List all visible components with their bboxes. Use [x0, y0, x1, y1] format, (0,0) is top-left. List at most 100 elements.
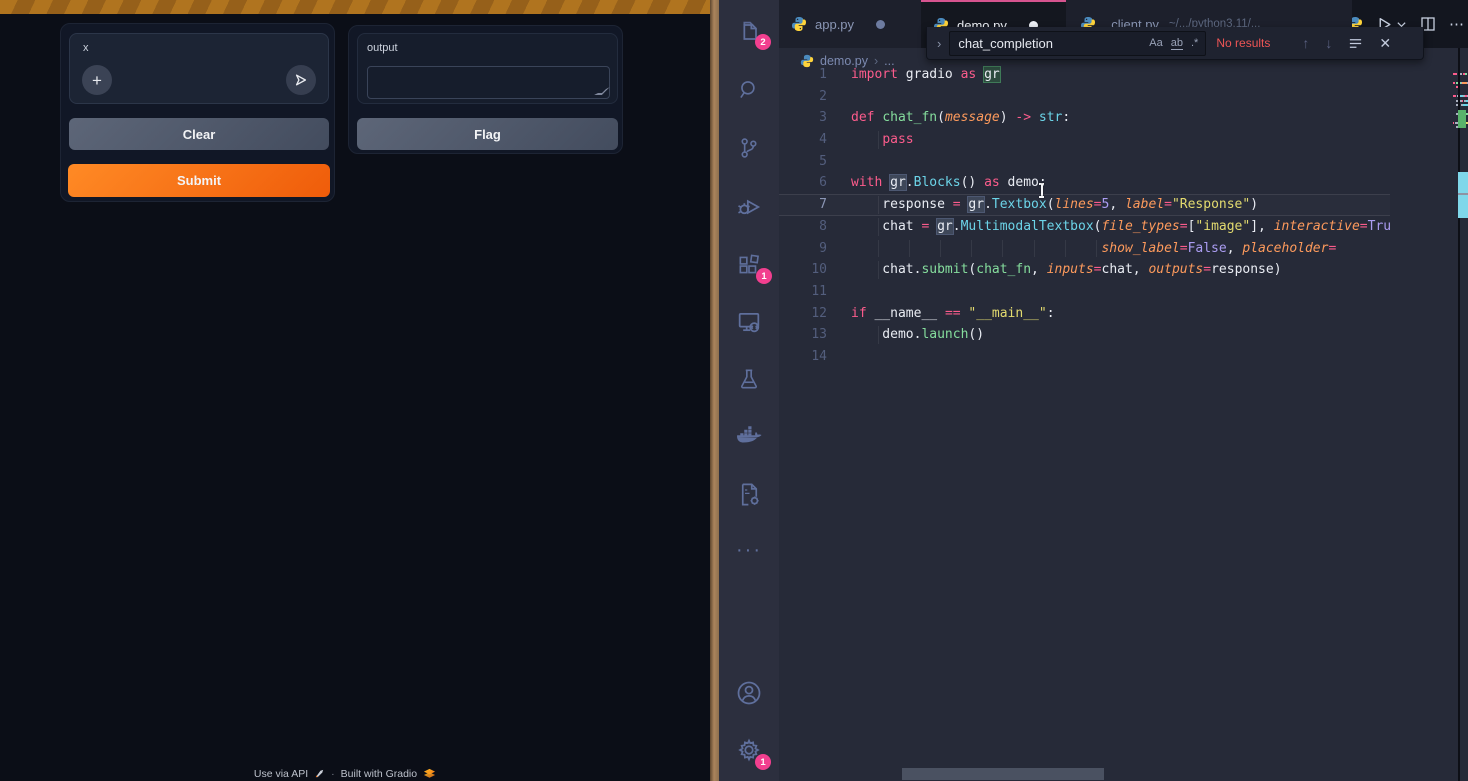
gradio-input-group: x + Clear Submit [60, 23, 335, 202]
code-token: , [1109, 197, 1125, 212]
search-icon [736, 77, 762, 103]
regex-toggle[interactable]: .* [1191, 37, 1198, 50]
code-token: chat [851, 219, 921, 234]
code-token: def [851, 110, 874, 125]
code-token: = [1164, 197, 1172, 212]
built-with-gradio-link[interactable]: Built with Gradio [341, 768, 417, 780]
code-token: . [906, 175, 914, 190]
code-token: MultimodalTextbox [961, 219, 1094, 234]
line-number: 6 [779, 172, 827, 194]
whole-word-toggle[interactable]: ab [1171, 37, 1183, 50]
code-token [851, 241, 1101, 256]
python-icon [791, 16, 807, 32]
code-line[interactable]: 6with gr.Blocks() as demo: [779, 172, 1390, 194]
input-label: x [83, 42, 89, 54]
code-token: message [945, 110, 1000, 125]
submit-button[interactable]: Submit [68, 164, 330, 197]
code-token: lines [1055, 197, 1094, 212]
search-activity-button[interactable] [719, 64, 779, 116]
code-token: : [1047, 306, 1055, 321]
clear-button[interactable]: Clear [69, 118, 329, 150]
vscode-window: 2 [719, 0, 1468, 781]
code-line[interactable]: 10 chat.submit(chat_fn, inputs=chat, out… [779, 259, 1390, 281]
indent-guide [878, 240, 879, 258]
code-token: gr [890, 175, 906, 190]
code-line[interactable]: 13 demo.launch() [779, 324, 1390, 346]
code-token: ], [1250, 219, 1273, 234]
indent-guide [878, 196, 879, 214]
modified-dot-icon[interactable] [876, 20, 885, 29]
output-textbox: output [357, 33, 618, 104]
line-number: 7 [779, 194, 827, 216]
code-line[interactable]: 11 [779, 281, 1390, 303]
code-token: submit [921, 262, 968, 277]
source-control-activity-button[interactable] [719, 122, 779, 174]
indent-guide [878, 261, 879, 279]
account-button[interactable] [719, 667, 779, 719]
extensions-activity-button[interactable]: 1 [719, 239, 779, 291]
code-token: ( [937, 110, 945, 125]
code-token: : [1062, 110, 1070, 125]
code-token: file_types [1101, 219, 1179, 234]
code-token: Blocks [914, 175, 961, 190]
more-views-button[interactable]: ··· [719, 524, 779, 576]
send-button[interactable] [286, 65, 316, 95]
multimodal-textbox[interactable]: x + [69, 33, 329, 104]
code-editor[interactable]: 1import gradio as gr23def chat_fn(messag… [779, 64, 1390, 368]
footer-separator: · [331, 768, 335, 780]
file-gear-icon [736, 481, 763, 508]
horizontal-scrollbar[interactable] [902, 768, 1104, 780]
find-input[interactable]: chat_completion Aa ab .* [949, 31, 1206, 56]
explorer-activity-button[interactable]: 2 [719, 6, 779, 58]
code-line[interactable]: 2 [779, 86, 1390, 108]
code-token: gr [937, 219, 953, 234]
code-token: = [953, 197, 961, 212]
tab-app-py[interactable]: app.py [779, 0, 919, 48]
cmake-tools-activity-button[interactable] [719, 468, 779, 520]
flag-button[interactable]: Flag [357, 118, 618, 150]
plus-icon: + [92, 72, 102, 89]
overview-mark-line [1458, 193, 1468, 195]
output-textarea[interactable] [367, 66, 610, 99]
code-line[interactable]: 14 [779, 346, 1390, 368]
indent-guide [909, 240, 910, 258]
docker-activity-button[interactable] [719, 411, 779, 463]
find-in-selection-button[interactable] [1348, 36, 1363, 51]
code-line[interactable]: 7 response = gr.Textbox(lines=5, label="… [779, 194, 1390, 216]
toggle-replace-chevron[interactable]: › [937, 36, 941, 51]
code-token: "Response" [1172, 197, 1250, 212]
settings-button[interactable]: 1 [719, 724, 779, 776]
find-previous-button[interactable]: ↑ [1302, 35, 1309, 51]
run-debug-activity-button[interactable] [719, 181, 779, 233]
close-find-button[interactable]: ✕ [1379, 35, 1391, 52]
testing-activity-button[interactable] [719, 353, 779, 405]
resize-handle-icon[interactable] [594, 87, 610, 95]
more-actions-button[interactable]: ⋯ [1449, 15, 1465, 33]
find-next-button[interactable]: ↓ [1325, 35, 1332, 51]
code-line[interactable]: 3def chat_fn(message) -> str: [779, 107, 1390, 129]
clear-button-label: Clear [183, 127, 216, 142]
code-token [976, 67, 984, 82]
use-via-api-link[interactable]: Use via API [254, 768, 308, 780]
code-token: ( [1047, 197, 1055, 212]
code-token: response) [1211, 262, 1281, 277]
line-number: 4 [779, 129, 827, 151]
screen: x + Clear Submit output [0, 0, 1468, 781]
submit-button-label: Submit [177, 173, 221, 188]
code-line[interactable]: 5 [779, 151, 1390, 173]
find-widget: › chat_completion Aa ab .* No results ↑ … [926, 27, 1424, 60]
code-line[interactable]: 1import gradio as gr [779, 64, 1390, 86]
code-line[interactable]: 4 pass [779, 129, 1390, 151]
code-token: launch [921, 327, 968, 342]
code-token: with [851, 175, 882, 190]
code-token: placeholder [1242, 241, 1328, 256]
send-icon [294, 73, 308, 87]
gradio-footer: Use via API · Built with Gradio [0, 767, 690, 780]
match-case-toggle[interactable]: Aa [1149, 37, 1162, 50]
code-line[interactable]: 8 chat = gr.MultimodalTextbox(file_types… [779, 216, 1390, 238]
attach-file-button[interactable]: + [82, 65, 112, 95]
code-token: ) [1000, 110, 1016, 125]
remote-explorer-activity-button[interactable] [719, 296, 779, 348]
code-line[interactable]: 9 show_label=False, placeholder= [779, 238, 1390, 260]
code-line[interactable]: 12if __name__ == "__main__": [779, 303, 1390, 325]
